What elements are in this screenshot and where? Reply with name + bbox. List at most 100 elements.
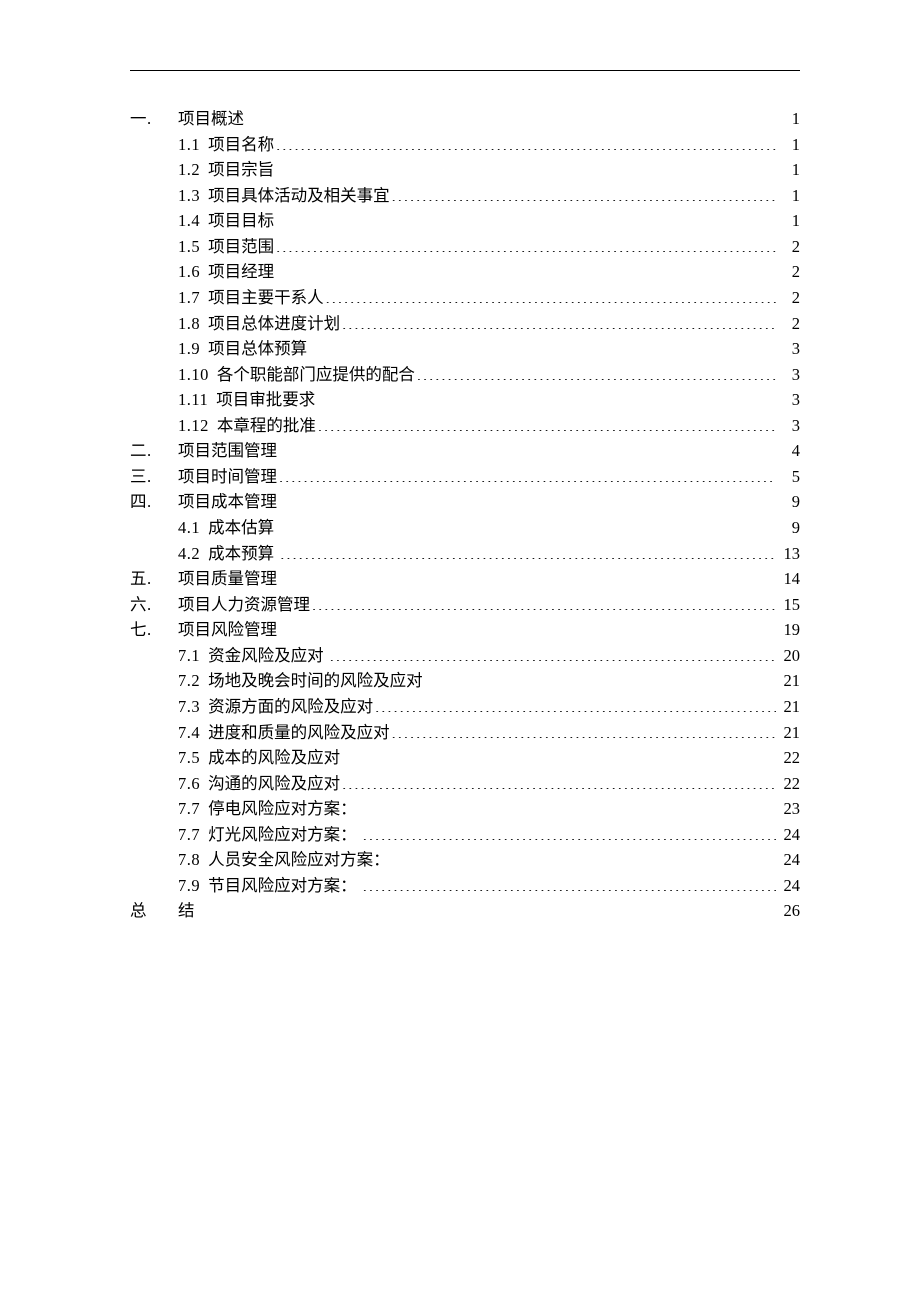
toc-number: 1.10 [178, 362, 209, 388]
toc-entry: 总结26 [130, 898, 800, 924]
toc-entry: 7.5成本的风险及应对22 [178, 745, 800, 771]
toc-leader-dots [318, 414, 776, 431]
toc-title: 场地及晚会时间的风险及应对 [208, 668, 423, 694]
toc-number: 二. [130, 438, 178, 464]
toc-number: 7.1 [178, 643, 200, 669]
toc-number: 1.12 [178, 413, 209, 439]
toc-number: 1.1 [178, 132, 200, 158]
toc-page-number: 2 [778, 285, 800, 311]
toc-title: 项目经理 [208, 259, 274, 285]
toc-entry: 1.9 项目总体预算 3 [178, 336, 800, 362]
toc-title: 项目具体活动及相关事宜 [208, 183, 390, 209]
toc-page-number: 2 [778, 311, 800, 337]
toc-number: 7.8 [178, 847, 200, 873]
toc-title: 项目范围 [208, 234, 274, 260]
toc-number: 4.2 [178, 541, 200, 567]
toc-leader-dots [330, 644, 776, 661]
toc-page-number: 24 [778, 822, 800, 848]
toc-title: 项目主要干系人 [208, 285, 324, 311]
toc-entry: 1.1项目名称1 [178, 132, 800, 158]
toc-entry: 四.项目成本管理9 [130, 489, 800, 515]
toc-entry: 1.3项目具体活动及相关事宜1 [178, 183, 800, 209]
toc-leader-dots [342, 772, 776, 789]
toc-leader-dots [392, 184, 776, 201]
toc-number: 五. [130, 566, 178, 592]
toc-entry: 7.1资金风险及应对 20 [178, 643, 800, 669]
toc-title: 项目审批要求 [216, 387, 315, 413]
toc-number: 三. [130, 464, 178, 490]
toc-entry: 7.7灯光风险应对方案： 24 [178, 822, 800, 848]
toc-entry: 7.9节目风险应对方案： 24 [178, 873, 800, 899]
document-page: 一.项目概述11.1项目名称11.2项目宗旨11.3项目具体活动及相关事宜11.… [0, 0, 920, 924]
toc-entry: 1.2 项目宗旨 1 [178, 157, 800, 183]
toc-leader-dots [312, 593, 776, 610]
toc-page-number: 1 [778, 106, 800, 132]
toc-title: 项目时间管理 [178, 464, 277, 490]
toc-leader-dots [276, 261, 776, 278]
toc-title: 项目总体预算 [208, 336, 307, 362]
toc-number: 四. [130, 489, 178, 515]
toc-leader-dots [276, 159, 776, 176]
toc-page-number: 22 [778, 745, 800, 771]
toc-entry: 7.8人员安全风险应对方案： 24 [178, 847, 800, 873]
toc-leader-dots [396, 849, 776, 866]
toc-leader-dots [425, 670, 776, 687]
toc-number: 1.7 [178, 285, 200, 311]
toc-number: 7.9 [178, 873, 200, 899]
toc-leader-dots [279, 568, 776, 585]
toc-title: 各个职能部门应提供的配合 [217, 362, 415, 388]
toc-number: 1.2 [178, 157, 200, 183]
toc-entry: 1.5项目范围2 [178, 234, 800, 260]
toc-number: 1.5 [178, 234, 200, 260]
toc-title: 项目成本管理 [178, 489, 277, 515]
toc-number: 7.7 [178, 822, 200, 848]
toc-leader-dots [276, 210, 776, 227]
toc-title: 进度和质量的风险及应对 [208, 720, 390, 746]
toc-title: 项目名称 [208, 132, 274, 158]
toc-leader-dots [363, 874, 776, 891]
toc-leader-dots [392, 721, 776, 738]
toc-leader-dots [326, 286, 776, 303]
toc-number: 六. [130, 592, 178, 618]
toc-entry: 4.2成本预算 13 [178, 541, 800, 567]
toc-leader-dots [309, 338, 776, 355]
toc-title: 成本估算 [208, 515, 274, 541]
toc-leader-dots [317, 389, 776, 406]
toc-leader-dots [375, 695, 776, 712]
toc-title: 项目人力资源管理 [178, 592, 310, 618]
toc-entry: 六.项目人力资源管理 15 [130, 592, 800, 618]
toc-number: 1.9 [178, 336, 200, 362]
toc-page-number: 3 [778, 387, 800, 413]
toc-page-number: 1 [778, 157, 800, 183]
toc-leader-dots [276, 235, 776, 252]
toc-page-number: 21 [778, 668, 800, 694]
toc-title: 资金风险及应对 [208, 643, 324, 669]
toc-leader-dots [342, 312, 776, 329]
toc-entry: 1.7 项目主要干系人 2 [178, 285, 800, 311]
header-rule [130, 70, 800, 71]
toc-entry: 1.11项目审批要求3 [178, 387, 800, 413]
toc-number: 总 [130, 898, 178, 924]
toc-entry: 三.项目时间管理5 [130, 464, 800, 490]
toc-title: 资源方面的风险及应对 [208, 694, 373, 720]
toc-page-number: 23 [778, 796, 800, 822]
toc-leader-dots [417, 363, 776, 380]
toc-page-number: 3 [778, 413, 800, 439]
toc-title: 人员安全风险应对方案： [208, 847, 390, 873]
toc-entry: 1.12 本章程的批准 3 [178, 413, 800, 439]
toc-title: 项目风险管理 [178, 617, 277, 643]
toc-title: 本章程的批准 [217, 413, 316, 439]
toc-page-number: 24 [778, 873, 800, 899]
toc-number: 7.2 [178, 668, 200, 694]
toc-title: 项目宗旨 [208, 157, 274, 183]
toc-entry: 7.7停电风险应对方案： 23 [178, 796, 800, 822]
toc-entry: 二.项目范围管理4 [130, 438, 800, 464]
toc-page-number: 3 [778, 336, 800, 362]
toc-leader-dots [280, 517, 776, 534]
toc-title: 项目总体进度计划 [208, 311, 340, 337]
toc-page-number: 15 [778, 592, 800, 618]
toc-title: 项目目标 [208, 208, 274, 234]
toc-entry: 1.8项目总体进度计划2 [178, 311, 800, 337]
toc-leader-dots [363, 823, 776, 840]
toc-title: 成本预算 [208, 541, 274, 567]
